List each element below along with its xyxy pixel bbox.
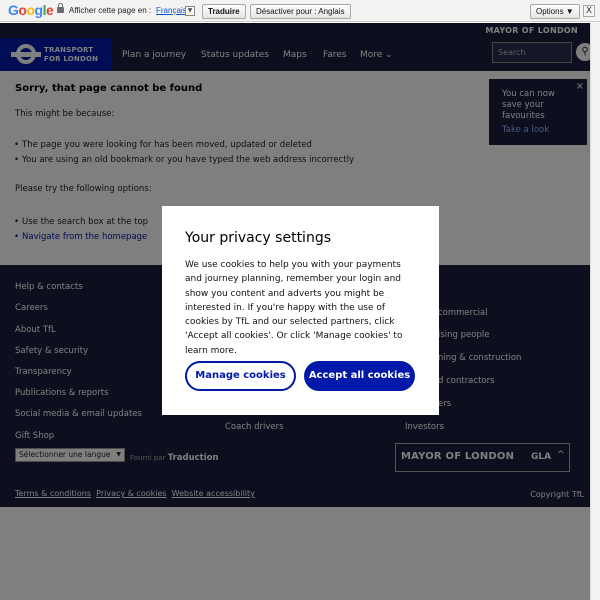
manage-cookies-button[interactable]: Manage cookies — [185, 361, 296, 391]
close-translate-bar-button[interactable]: X — [583, 5, 595, 17]
google-logo: Google — [8, 2, 54, 18]
privacy-modal: Your privacy settings We use cookies to … — [162, 206, 439, 415]
translate-options-button[interactable]: Options ▼ — [530, 4, 580, 19]
lock-icon — [57, 3, 64, 13]
translate-language-select[interactable]: Français — [156, 6, 187, 15]
modal-title: Your privacy settings — [185, 230, 331, 246]
modal-body: We use cookies to help you with your pay… — [185, 260, 403, 356]
language-dropdown-icon[interactable]: ▼ — [185, 6, 195, 16]
google-translate-bar: Google Afficher cette page en : Français… — [0, 0, 600, 22]
translate-button[interactable]: Traduire — [202, 4, 246, 19]
accept-cookies-button[interactable]: Accept all cookies — [304, 361, 415, 391]
disable-translate-button[interactable]: Désactiver pour : Anglais — [250, 4, 351, 19]
scrollbar[interactable] — [590, 23, 600, 600]
translate-prompt: Afficher cette page en : — [69, 6, 152, 15]
